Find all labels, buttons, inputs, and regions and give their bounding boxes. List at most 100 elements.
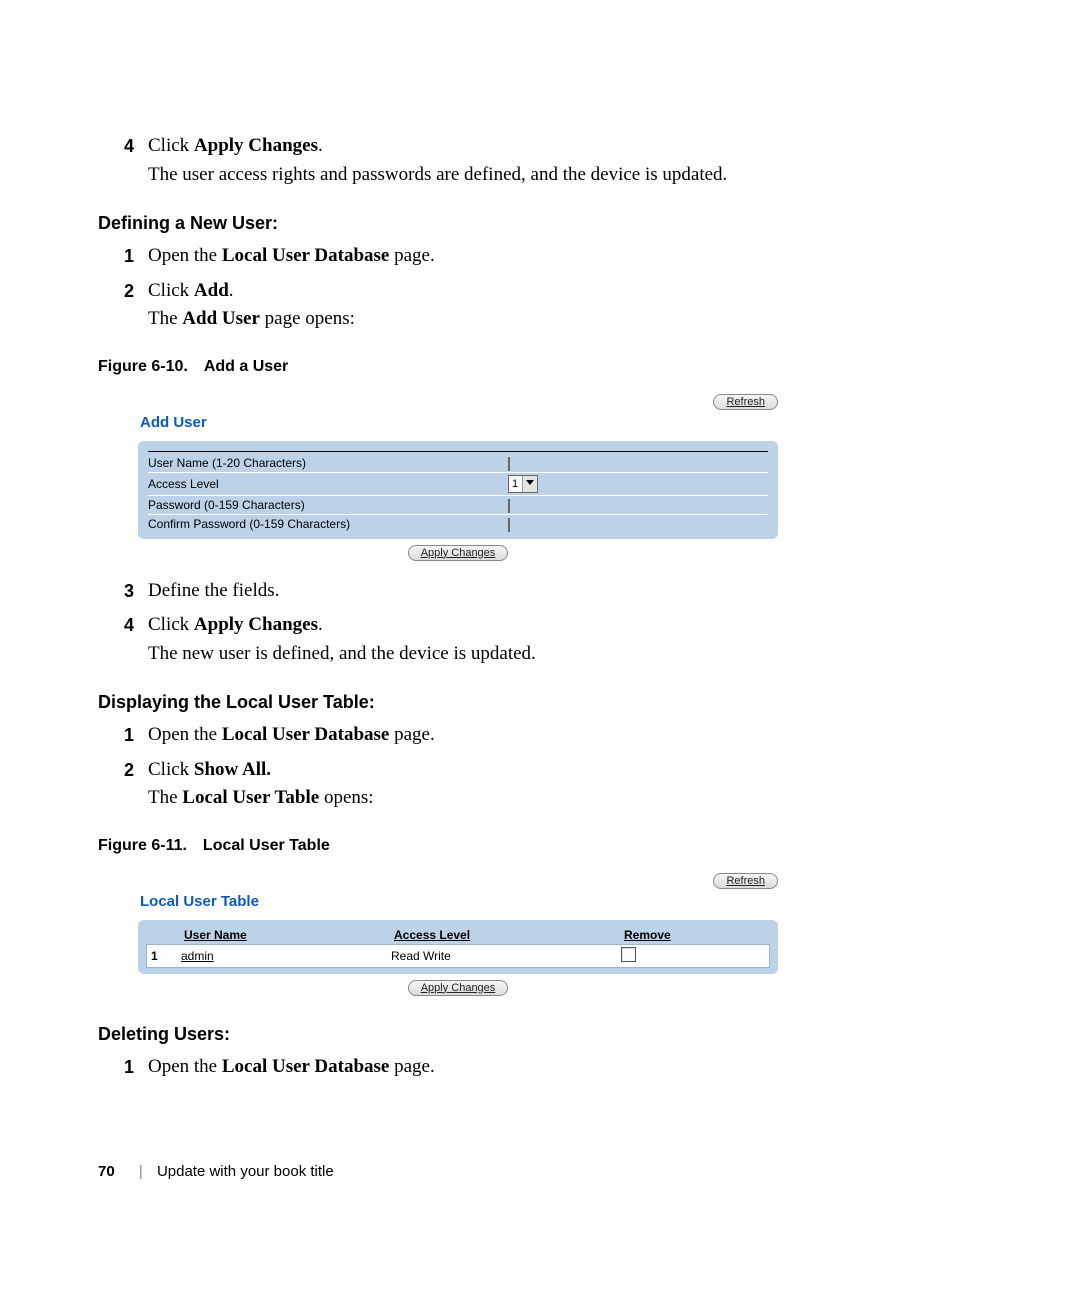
step-text: Define the fields. [148, 577, 982, 606]
label: User Name (1-20 Characters) [148, 456, 508, 470]
step-number: 3 [98, 577, 148, 606]
add-user-title: Add User [140, 414, 778, 431]
bold-text: Local User Table [182, 787, 319, 808]
row-access: Read Write [391, 949, 621, 963]
book-title: Update with your book title [157, 1163, 334, 1180]
text: Click [148, 614, 194, 635]
ctl: 1 [508, 475, 648, 493]
step-followup: The Local User Table opens: [148, 784, 982, 813]
bold-text: Add [194, 280, 229, 301]
step-number: 4 [98, 611, 148, 668]
displaying-step-2: 2 Click Show All. The Local User Table o… [98, 756, 982, 813]
select-value: 1 [512, 478, 518, 490]
refresh-row: Refresh [138, 873, 778, 889]
text: . [318, 614, 323, 635]
row-username: User Name (1-20 Characters) [148, 454, 768, 473]
bold-text: Apply Changes [194, 135, 318, 156]
text: Open the [148, 245, 222, 266]
step-text: Click Apply Changes. The user access rig… [148, 132, 982, 189]
step-followup: The user access rights and passwords are… [148, 161, 982, 190]
page: 4 Click Apply Changes. The user access r… [0, 0, 1080, 1296]
col-remove: Remove [624, 928, 766, 942]
figure-number: Figure 6-11. [98, 837, 187, 854]
row-username[interactable]: admin [181, 949, 391, 963]
step-number: 1 [98, 242, 148, 271]
step-number: 2 [98, 756, 148, 813]
label: Access Level [148, 477, 508, 491]
text: Open the [148, 1056, 222, 1077]
refresh-button[interactable]: Refresh [713, 394, 778, 410]
step-text: Open the Local User Database page. [148, 242, 982, 271]
text: Click [148, 759, 194, 780]
displaying-step-1: 1 Open the Local User Database page. [98, 721, 982, 750]
text: page opens: [260, 308, 355, 329]
apply-row: Apply Changes [138, 545, 778, 561]
bold-text: Local User Database [222, 724, 389, 745]
intro-step-4: 4 Click Apply Changes. The user access r… [98, 132, 982, 189]
text: page. [389, 245, 434, 266]
bold-text: Add User [182, 308, 260, 329]
bold-text: Local User Database [222, 1056, 389, 1077]
apply-changes-button[interactable]: Apply Changes [408, 980, 509, 996]
step-number: 2 [98, 277, 148, 334]
step-text: Open the Local User Database page. [148, 721, 982, 750]
step-text: Click Add. The Add User page opens: [148, 277, 982, 334]
defining-step-1: 1 Open the Local User Database page. [98, 242, 982, 271]
defining-step-2: 2 Click Add. The Add User page opens: [98, 277, 982, 334]
add-user-screenshot: Refresh Add User User Name (1-20 Charact… [138, 394, 778, 561]
step-followup: The Add User page opens: [148, 305, 982, 334]
text: opens: [319, 787, 373, 808]
defining-steps: 1 Open the Local User Database page. 2 C… [98, 242, 982, 334]
bold-text: Show All. [194, 759, 271, 780]
page-number: 70 [98, 1163, 115, 1180]
col-idx [150, 928, 184, 942]
deleting-steps: 1 Open the Local User Database page. [98, 1053, 982, 1082]
table-header: User Name Access Level Remove [146, 926, 770, 944]
step-number: 1 [98, 721, 148, 750]
step-number: 1 [98, 1053, 148, 1082]
refresh-row: Refresh [138, 394, 778, 410]
apply-changes-button[interactable]: Apply Changes [408, 545, 509, 561]
step-number: 4 [98, 132, 148, 189]
figure-number: Figure 6-10. [98, 358, 188, 375]
defining-step-4: 4 Click Apply Changes. The new user is d… [98, 611, 982, 668]
defining-steps-cont: 3 Define the fields. 4 Click Apply Chang… [98, 577, 982, 669]
add-user-panel: User Name (1-20 Characters) Access Level… [138, 441, 778, 539]
figure-title: Local User Table [203, 837, 330, 854]
divider [148, 451, 768, 452]
step-followup: The new user is defined, and the device … [148, 640, 982, 669]
figure-6-10-caption: Figure 6-10. Add a User [98, 358, 982, 376]
username-input[interactable] [508, 457, 510, 471]
heading-deleting-users: Deleting Users: [98, 1024, 982, 1045]
row-password: Password (0-159 Characters) [148, 496, 768, 515]
step-text: Click Show All. The Local User Table ope… [148, 756, 982, 813]
text: The [148, 787, 182, 808]
bold-text: Apply Changes [194, 614, 318, 635]
heading-defining-new-user: Defining a New User: [98, 213, 982, 234]
intro-steps: 4 Click Apply Changes. The user access r… [98, 132, 982, 189]
displaying-steps: 1 Open the Local User Database page. 2 C… [98, 721, 982, 813]
text: Click [148, 280, 194, 301]
access-level-select[interactable]: 1 [508, 475, 538, 493]
remove-checkbox[interactable] [621, 947, 636, 962]
figure-title: Add a User [204, 358, 288, 375]
page-footer: 70 | Update with your book title [98, 1163, 334, 1180]
deleting-step-1: 1 Open the Local User Database page. [98, 1053, 982, 1082]
refresh-button[interactable]: Refresh [713, 873, 778, 889]
text: page. [389, 1056, 434, 1077]
text: page. [389, 724, 434, 745]
col-access: Access Level [394, 928, 624, 942]
local-user-table-title: Local User Table [140, 893, 778, 910]
defining-step-3: 3 Define the fields. [98, 577, 982, 606]
apply-row: Apply Changes [138, 980, 778, 996]
confirm-password-input[interactable] [508, 518, 510, 532]
row-access-level: Access Level 1 [148, 473, 768, 496]
col-username: User Name [184, 928, 394, 942]
password-input[interactable] [508, 499, 510, 513]
step-text: Click Apply Changes. The new user is def… [148, 611, 982, 668]
label: Confirm Password (0-159 Characters) [148, 517, 508, 531]
separator: | [139, 1163, 143, 1180]
label: Password (0-159 Characters) [148, 498, 508, 512]
figure-6-11-caption: Figure 6-11. Local User Table [98, 837, 982, 855]
local-user-table-screenshot: Refresh Local User Table User Name Acces… [138, 873, 778, 996]
